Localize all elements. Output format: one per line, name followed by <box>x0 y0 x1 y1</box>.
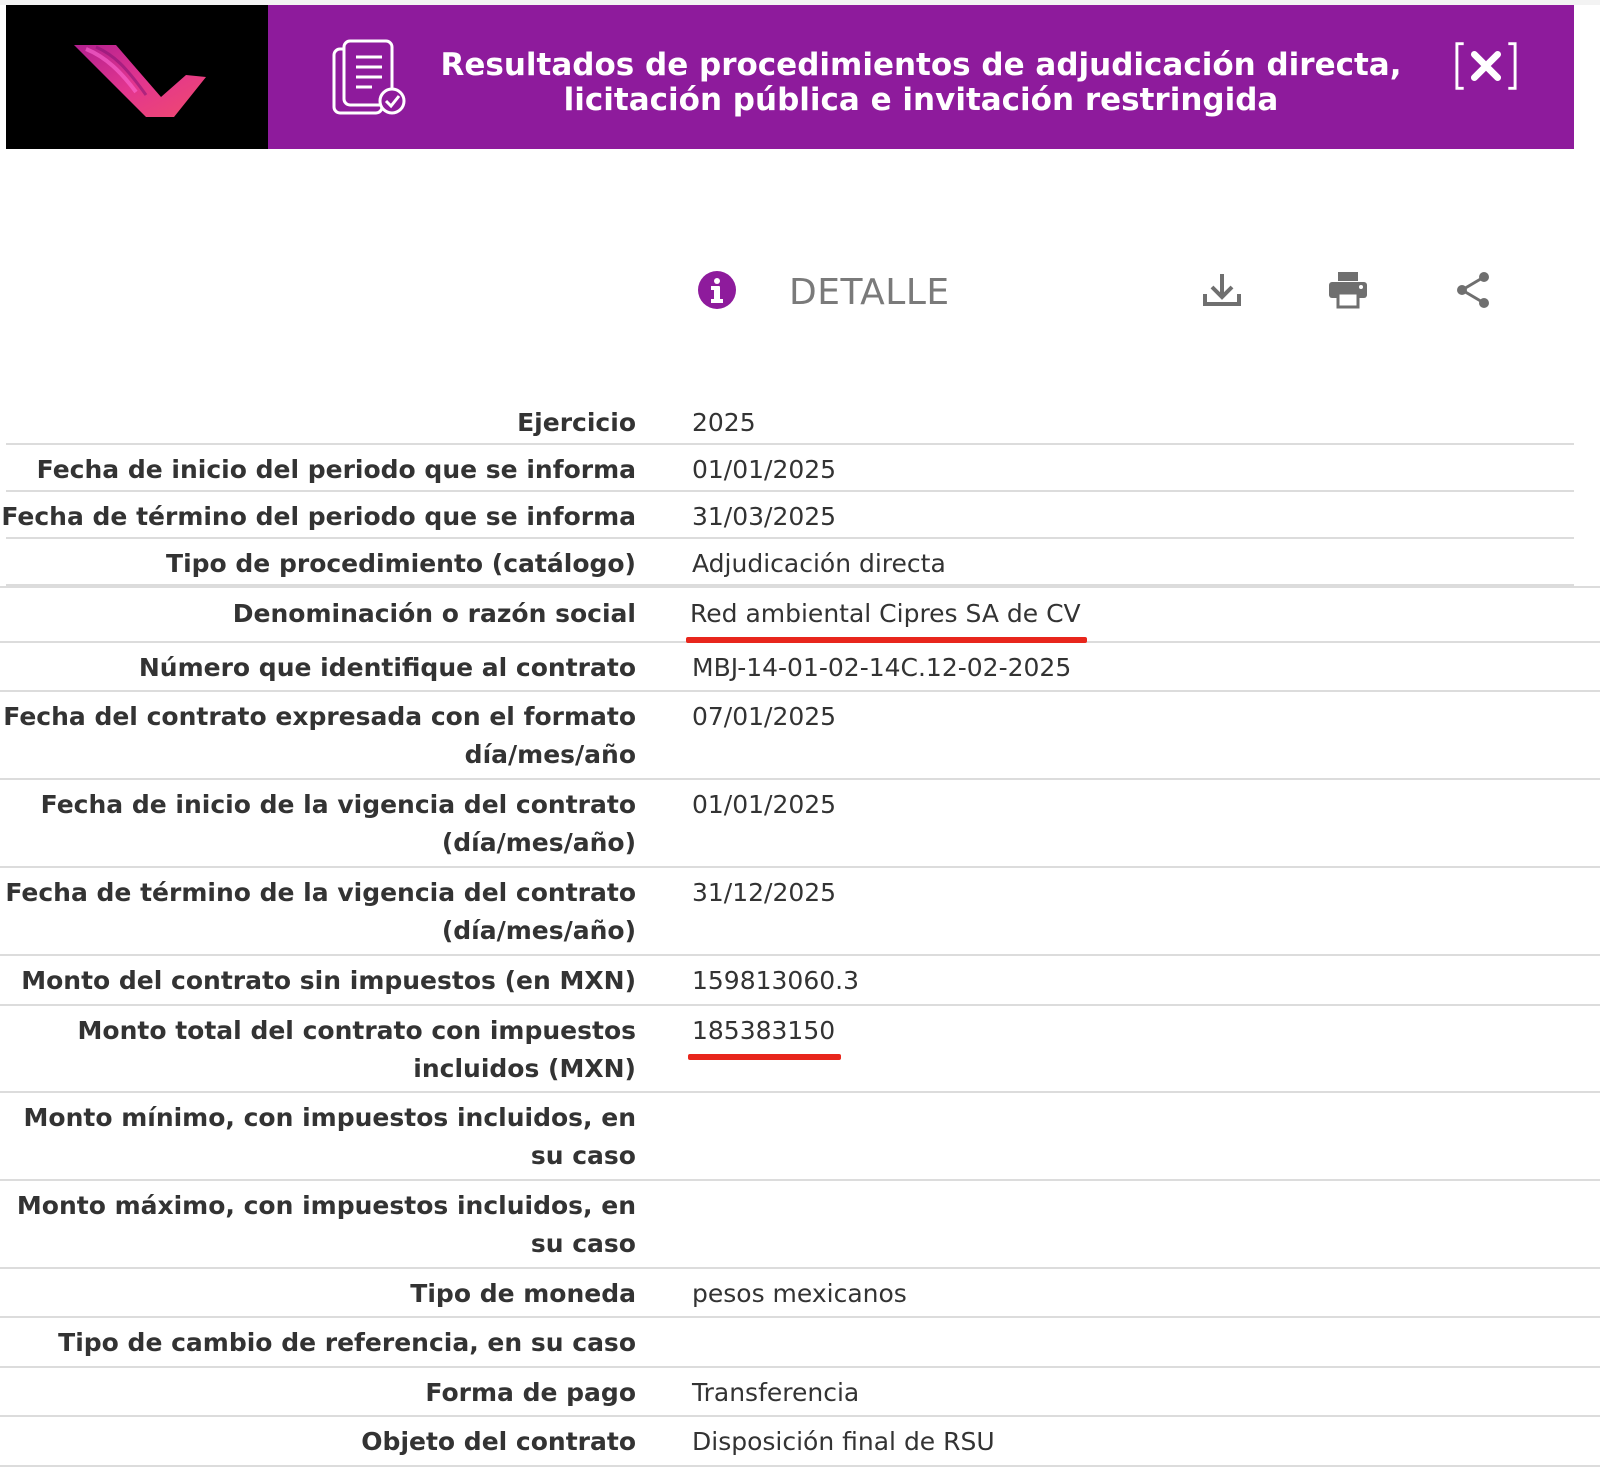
row-label-line-1: Monto máximo, con impuestos incluidos, e… <box>16 1191 636 1220</box>
row-label-line-1: Monto mínimo, con impuestos incluidos, e… <box>23 1103 636 1132</box>
table-row-highlighted: Denominación o razón social Red ambienta… <box>0 586 1600 643</box>
table-row: Monto del contrato sin impuestos (en MXN… <box>0 956 1600 1006</box>
row-label-line-2: su caso <box>530 1229 636 1258</box>
row-label-line-2: su caso <box>530 1141 636 1170</box>
row-value: 185383150 <box>636 1006 1600 1060</box>
row-label: Monto máximo, con impuestos incluidos, e… <box>0 1181 636 1263</box>
row-label: Monto del contrato sin impuestos (en MXN… <box>21 966 636 995</box>
row-label: Objeto del contrato <box>361 1427 636 1456</box>
table-row: Fecha de inicio de la vigencia del contr… <box>0 780 1600 868</box>
detail-toolbar: DETALLE <box>0 260 1600 320</box>
highlighted-company-name: Red ambiental Cipres SA de CV <box>686 595 1087 643</box>
highlighted-total-amount: 185383150 <box>687 1012 842 1060</box>
logo <box>6 5 268 149</box>
row-value <box>636 1181 1600 1187</box>
row-value: 2025 <box>692 408 756 437</box>
row-label: Tipo de procedimiento (catálogo) <box>166 549 636 578</box>
row-label: Fecha de término de la vigencia del cont… <box>0 868 636 950</box>
row-label-line-2: incluidos (MXN) <box>413 1054 636 1083</box>
row-label: Fecha de término del periodo que se info… <box>1 502 636 531</box>
table-row: Tipo de procedimiento (catálogo) Adjudic… <box>0 539 1600 586</box>
share-icon[interactable] <box>1453 270 1493 310</box>
modal-header: Resultados de procedimientos de adjudica… <box>6 5 1574 149</box>
row-value: 07/01/2025 <box>692 702 837 731</box>
row-label: Tipo de moneda <box>410 1279 636 1308</box>
row-label: Monto mínimo, con impuestos incluidos, e… <box>0 1093 636 1175</box>
table-row: Monto máximo, con impuestos incluidos, e… <box>0 1181 1600 1269</box>
row-label-line-2: (día/mes/año) <box>441 828 636 857</box>
row-label: Ejercicio <box>517 408 636 437</box>
download-icon[interactable] <box>1201 270 1243 310</box>
row-label: Denominación o razón social <box>232 599 636 628</box>
page-title: Resultados de procedimientos de adjudica… <box>428 48 1414 118</box>
row-label: Fecha de inicio de la vigencia del contr… <box>0 780 636 862</box>
row-label: Forma de pago <box>425 1378 636 1407</box>
detail-table: Ejercicio 2025 Fecha de inicio del perio… <box>0 398 1600 1467</box>
row-label: Tipo de cambio de referencia, en su caso <box>58 1328 636 1357</box>
table-row-highlighted: Monto total del contrato con impuestos i… <box>0 1006 1600 1093</box>
table-row: Fecha del contrato expresada con el form… <box>0 692 1600 780</box>
row-value: 31/03/2025 <box>692 502 837 531</box>
row-value <box>636 1318 1600 1324</box>
row-label-line-1: Monto total del contrato con impuestos <box>77 1016 636 1045</box>
row-value: Disposición final de RSU <box>692 1427 995 1456</box>
row-value: 159813060.3 <box>692 966 860 995</box>
print-icon[interactable] <box>1327 270 1369 310</box>
table-row: Fecha de término de la vigencia del cont… <box>0 868 1600 956</box>
row-label: Número que identifique al contrato <box>138 653 636 682</box>
table-row: Tipo de moneda pesos mexicanos <box>0 1269 1600 1318</box>
table-row: Tipo de cambio de referencia, en su caso <box>0 1318 1600 1368</box>
table-row: Fecha de término del periodo que se info… <box>0 492 1600 539</box>
brand-logo-icon <box>74 45 206 117</box>
close-button[interactable] <box>1454 42 1518 90</box>
row-value: Adjudicación directa <box>692 549 946 578</box>
row-value: Transferencia <box>692 1378 860 1407</box>
row-value: 31/12/2025 <box>692 878 837 907</box>
row-label-line-2: día/mes/año <box>464 740 636 769</box>
table-row: Monto mínimo, con impuestos incluidos, e… <box>0 1093 1600 1181</box>
title-line-1: Resultados de procedimientos de adjudica… <box>440 47 1402 83</box>
row-value: pesos mexicanos <box>692 1279 907 1308</box>
row-label: Fecha de inicio del periodo que se infor… <box>36 455 636 484</box>
row-label-line-2: (día/mes/año) <box>441 916 636 945</box>
row-label: Fecha del contrato expresada con el form… <box>0 692 636 774</box>
close-icon <box>1455 42 1517 90</box>
row-value: MBJ-14-01-02-14C.12-02-2025 <box>692 653 1072 682</box>
table-row: Ejercicio 2025 <box>0 398 1600 445</box>
table-row: Fecha de inicio del periodo que se infor… <box>0 445 1600 492</box>
row-label-line-1: Fecha de término de la vigencia del cont… <box>5 878 636 907</box>
row-label: Monto total del contrato con impuestos i… <box>0 1006 636 1088</box>
table-row: Número que identifique al contrato MBJ-1… <box>0 643 1600 692</box>
detail-title: DETALLE <box>789 272 950 313</box>
row-label-line-1: Fecha del contrato expresada con el form… <box>3 702 636 731</box>
table-row: Objeto del contrato Disposición final de… <box>0 1417 1600 1467</box>
row-value <box>636 1093 1600 1099</box>
row-value: 01/01/2025 <box>692 790 837 819</box>
header-bar: Resultados de procedimientos de adjudica… <box>268 5 1574 149</box>
title-line-2: licitación pública e invitación restring… <box>563 82 1279 118</box>
table-row: Forma de pago Transferencia <box>0 1368 1600 1417</box>
row-label-line-1: Fecha de inicio de la vigencia del contr… <box>40 790 636 819</box>
row-value: Red ambiental Cipres SA de CV <box>636 588 1600 643</box>
row-value: 01/01/2025 <box>692 455 837 484</box>
info-icon <box>698 271 736 309</box>
document-check-icon <box>332 39 406 115</box>
